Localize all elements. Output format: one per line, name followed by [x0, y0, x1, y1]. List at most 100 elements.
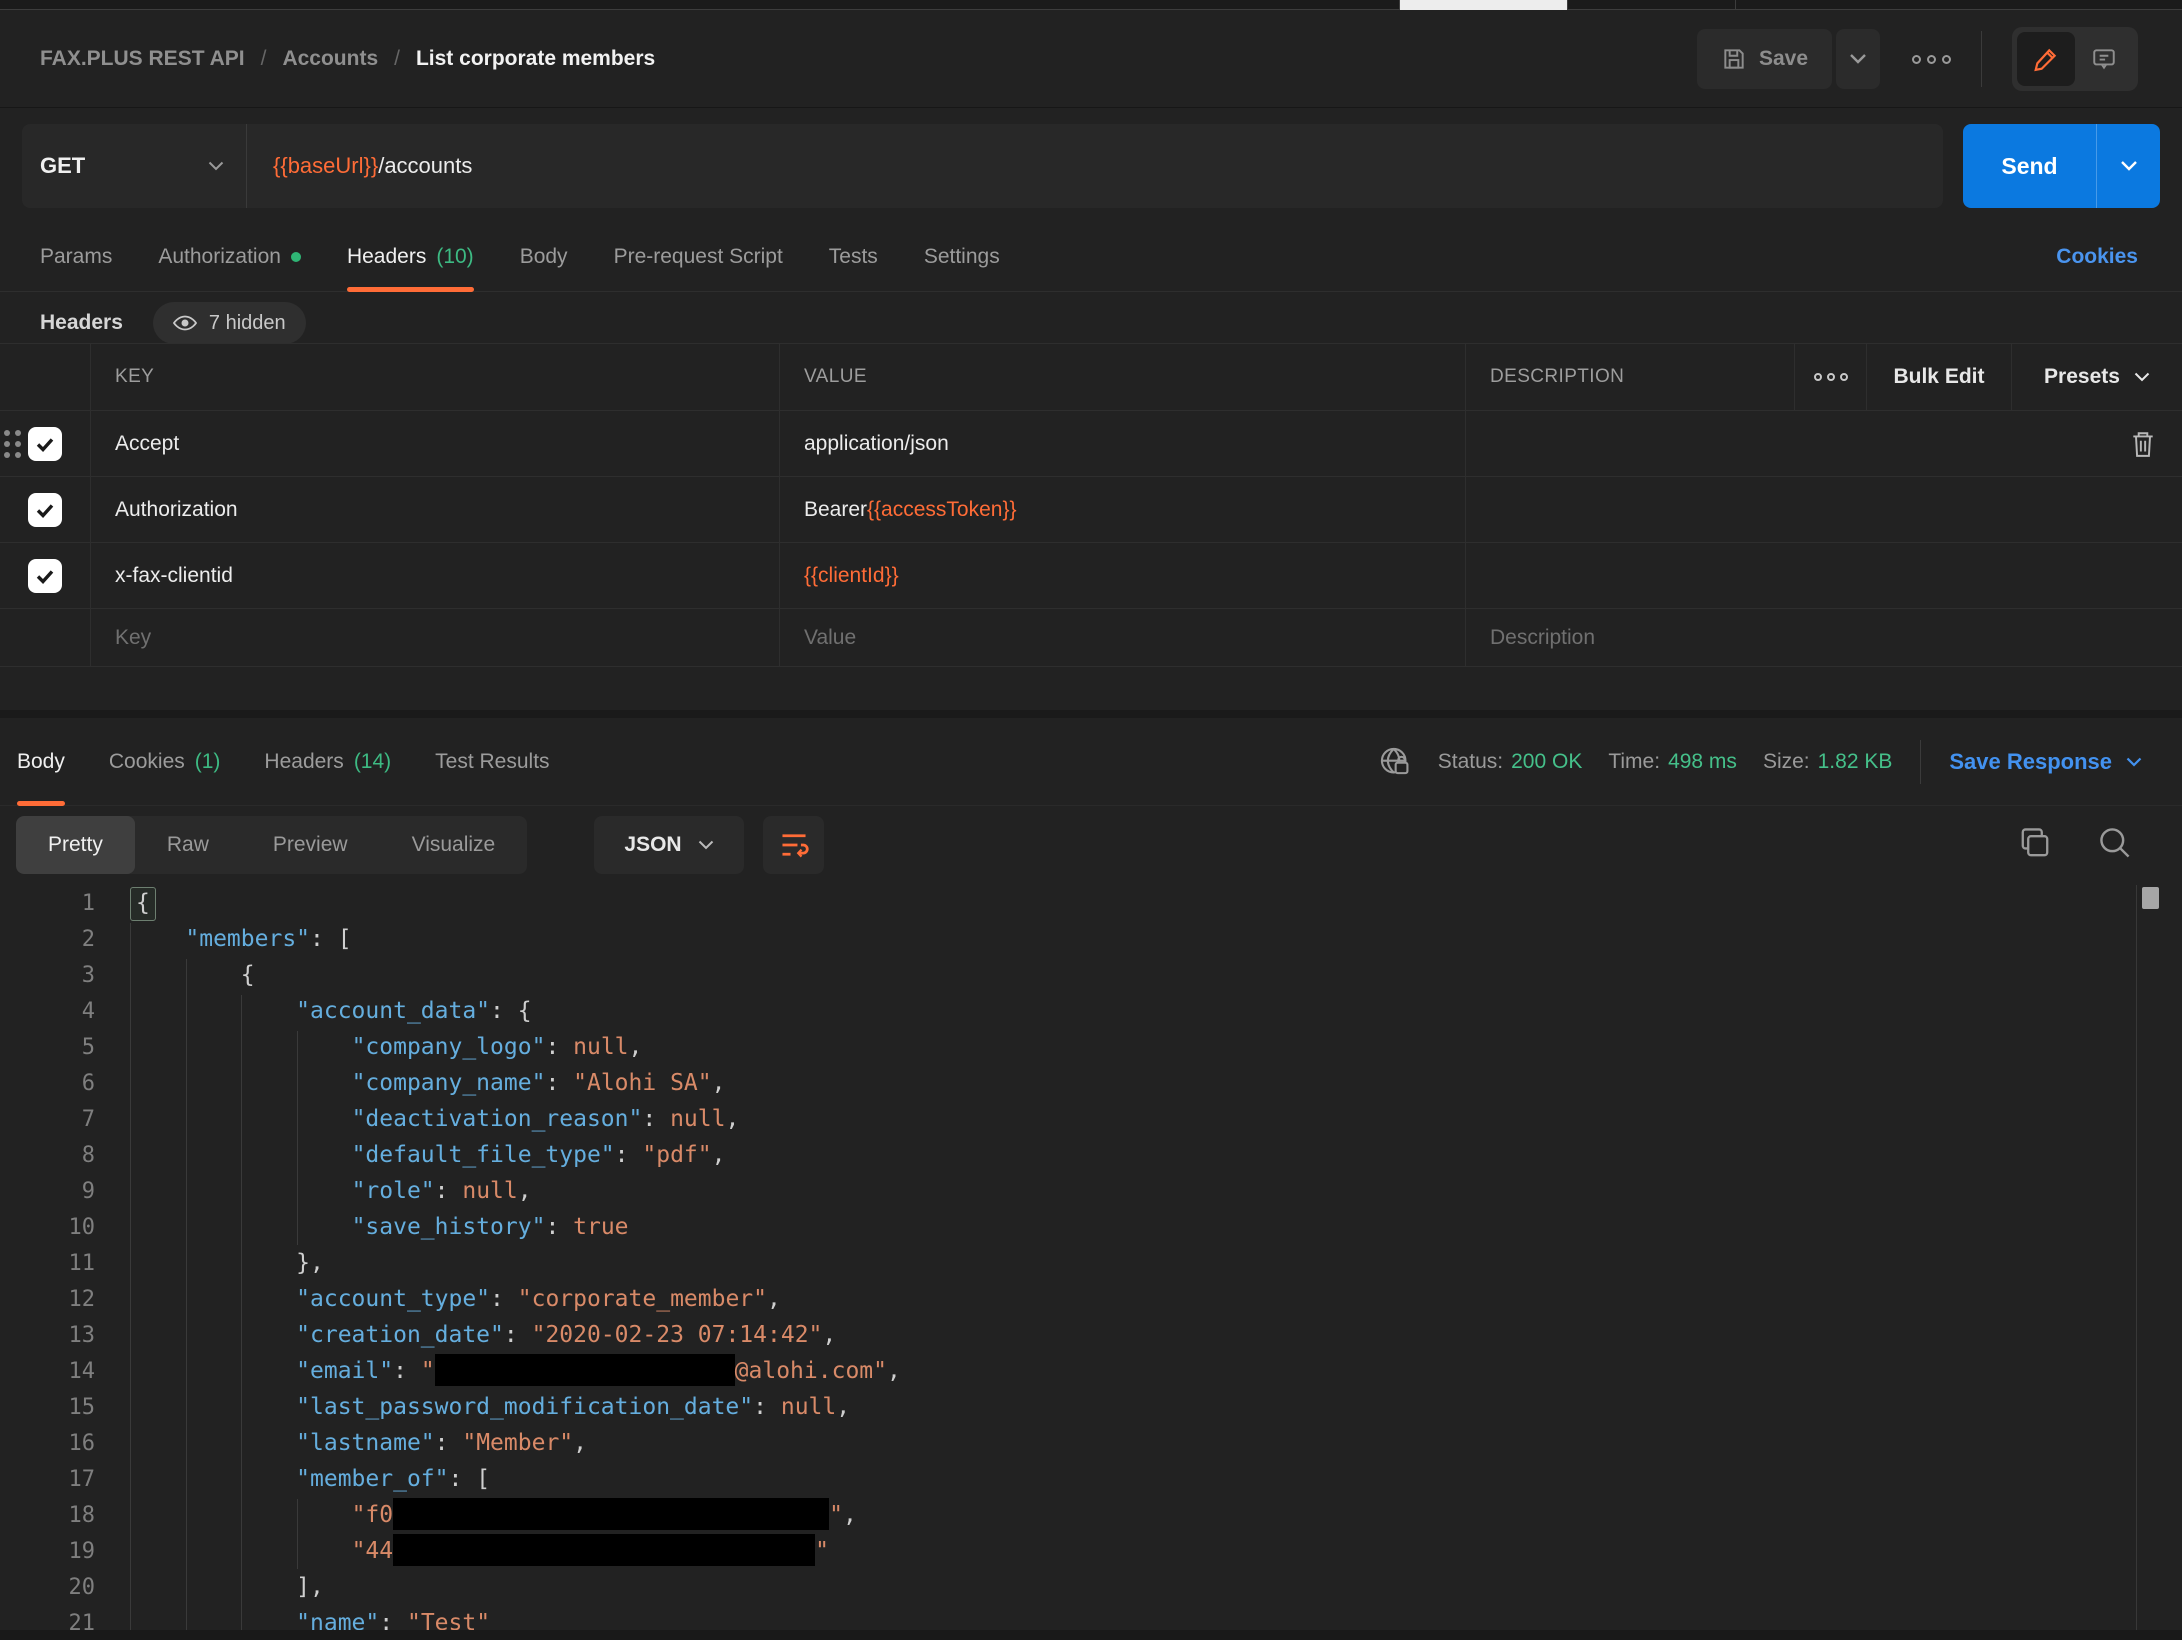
tab-tests[interactable]: Tests	[829, 222, 878, 291]
row-checkbox[interactable]	[28, 427, 62, 461]
response-tab-test-results[interactable]: Test Results	[435, 718, 549, 805]
vertical-scrollbar-thumb[interactable]	[2142, 887, 2159, 909]
send-button[interactable]: Send	[1963, 124, 2097, 208]
comments-mode-button[interactable]	[2075, 32, 2133, 86]
check-icon	[34, 565, 56, 587]
line-number: 10	[0, 1210, 95, 1246]
save-options-button[interactable]	[1836, 29, 1880, 89]
header-value-cell[interactable]: Bearer {{accessToken}}	[779, 477, 1465, 542]
cookies-link[interactable]: Cookies	[2056, 222, 2138, 292]
response-tab-body[interactable]: Body	[17, 718, 65, 805]
send-options-button[interactable]	[2097, 124, 2160, 208]
selection-column-header	[0, 344, 90, 410]
description-column-header: DESCRIPTION	[1465, 344, 1794, 410]
drag-handle-icon[interactable]	[4, 430, 21, 458]
size-label: Size:	[1763, 750, 1810, 774]
url-variable: {{baseUrl}}	[273, 153, 378, 178]
active-tab-edge[interactable]	[1400, 0, 1567, 10]
line-number: 3	[0, 958, 95, 994]
new-description-input[interactable]: Description	[1465, 609, 2182, 666]
breadcrumb-collection[interactable]: FAX.PLUS REST API	[40, 47, 245, 71]
response-tab-headers[interactable]: Headers (14)	[264, 718, 391, 805]
code-line: 20 ],	[0, 1569, 2182, 1605]
redacted-value	[393, 1534, 815, 1566]
tab-params[interactable]: Params	[40, 222, 112, 291]
header-description-cell[interactable]	[1465, 543, 2182, 608]
header-value-cell[interactable]: application/json	[779, 411, 1465, 476]
view-raw-button[interactable]: Raw	[135, 816, 241, 874]
header-value-cell[interactable]: {{clientId}}	[779, 543, 1465, 608]
tab-settings[interactable]: Settings	[924, 222, 1000, 291]
wrap-lines-button[interactable]	[763, 816, 824, 874]
time-value[interactable]: 498 ms	[1668, 750, 1737, 774]
code-line: 4 "account_data": {	[0, 993, 2182, 1029]
tab-separator	[1567, 0, 1568, 10]
response-code-lines: 1{2 "members": [3 {4 "account_data": {5 …	[0, 885, 2182, 1630]
value-column-header: VALUE	[779, 344, 1465, 410]
breadcrumb-folder[interactable]: Accounts	[282, 47, 378, 71]
hidden-headers-toggle[interactable]: 7 hidden	[153, 302, 306, 344]
column-options-button[interactable]	[1794, 344, 1866, 410]
tab-separator	[1399, 0, 1400, 10]
view-preview-button[interactable]: Preview	[241, 816, 380, 874]
search-response-button[interactable]	[2096, 824, 2134, 862]
code-line: 9 "role": null,	[0, 1173, 2182, 1209]
status-value[interactable]: 200 OK	[1511, 750, 1582, 774]
response-body-viewer[interactable]: 1{2 "members": [3 {4 "account_data": {5 …	[0, 885, 2182, 1630]
dot-icon	[1927, 55, 1936, 64]
chevron-down-icon	[208, 161, 224, 171]
tab-prerequest-script[interactable]: Pre-request Script	[614, 222, 783, 291]
code-line: 2 "members": [	[0, 921, 2182, 957]
new-value-input[interactable]: Value	[779, 609, 1465, 666]
bulk-edit-button[interactable]: Bulk Edit	[1866, 344, 2011, 410]
new-key-input[interactable]: Key	[90, 609, 779, 666]
view-pretty-button[interactable]: Pretty	[16, 816, 135, 874]
line-number: 21	[0, 1606, 95, 1630]
tab-separator	[1735, 0, 1736, 10]
more-options-button[interactable]	[1912, 55, 1951, 64]
row-checkbox[interactable]	[28, 493, 62, 527]
copy-response-button[interactable]	[2016, 824, 2054, 862]
header-key-cell[interactable]: x-fax-clientid	[90, 543, 779, 608]
save-response-button[interactable]: Save Response	[1949, 749, 2142, 775]
tab-authorization[interactable]: Authorization	[158, 222, 301, 291]
save-button[interactable]: Save	[1697, 29, 1832, 89]
presets-dropdown[interactable]: Presets	[2011, 344, 2182, 410]
send-split-button: Send	[1963, 124, 2160, 208]
code-line: 1{	[0, 885, 2182, 921]
tab-label: Pre-request Script	[614, 245, 783, 269]
view-visualize-button[interactable]: Visualize	[380, 816, 528, 874]
tab-count: (1)	[195, 750, 221, 774]
header-description-cell[interactable]	[1465, 411, 2182, 476]
row-checkbox[interactable]	[28, 559, 62, 593]
response-view-controls: Pretty Raw Preview Visualize JSON	[0, 816, 2182, 876]
method-select[interactable]: GET	[22, 124, 247, 208]
response-tab-cookies[interactable]: Cookies (1)	[109, 718, 221, 805]
code-line: 10 "save_history": true	[0, 1209, 2182, 1245]
url-input[interactable]: {{baseUrl}}/accounts	[247, 153, 1943, 179]
size-value[interactable]: 1.82 KB	[1818, 750, 1893, 774]
tab-headers[interactable]: Headers (10)	[347, 222, 474, 291]
line-number: 18	[0, 1498, 95, 1534]
line-number: 12	[0, 1282, 95, 1318]
presets-label: Presets	[2044, 365, 2120, 389]
delete-row-button[interactable]	[2130, 430, 2156, 458]
bottom-scrollbar-area	[0, 1630, 2182, 1640]
meta-divider	[1920, 740, 1921, 784]
header-description-cell[interactable]	[1465, 477, 2182, 542]
tab-label: Cookies	[109, 750, 185, 774]
format-dropdown[interactable]: JSON	[594, 816, 744, 874]
header-key-cell[interactable]: Authorization	[90, 477, 779, 542]
header-key-cell[interactable]: Accept	[90, 411, 779, 476]
tab-body[interactable]: Body	[520, 222, 568, 291]
network-icon[interactable]	[1378, 745, 1412, 779]
breadcrumb-request-name[interactable]: List corporate members	[416, 47, 655, 71]
window-tab-strip	[0, 0, 2182, 10]
edit-mode-button[interactable]	[2017, 32, 2075, 86]
line-number: 5	[0, 1030, 95, 1066]
code-line: 3 {	[0, 957, 2182, 993]
tab-label: Settings	[924, 245, 1000, 269]
line-number: 11	[0, 1246, 95, 1282]
line-number: 14	[0, 1354, 95, 1390]
indent-guide	[186, 959, 187, 1630]
